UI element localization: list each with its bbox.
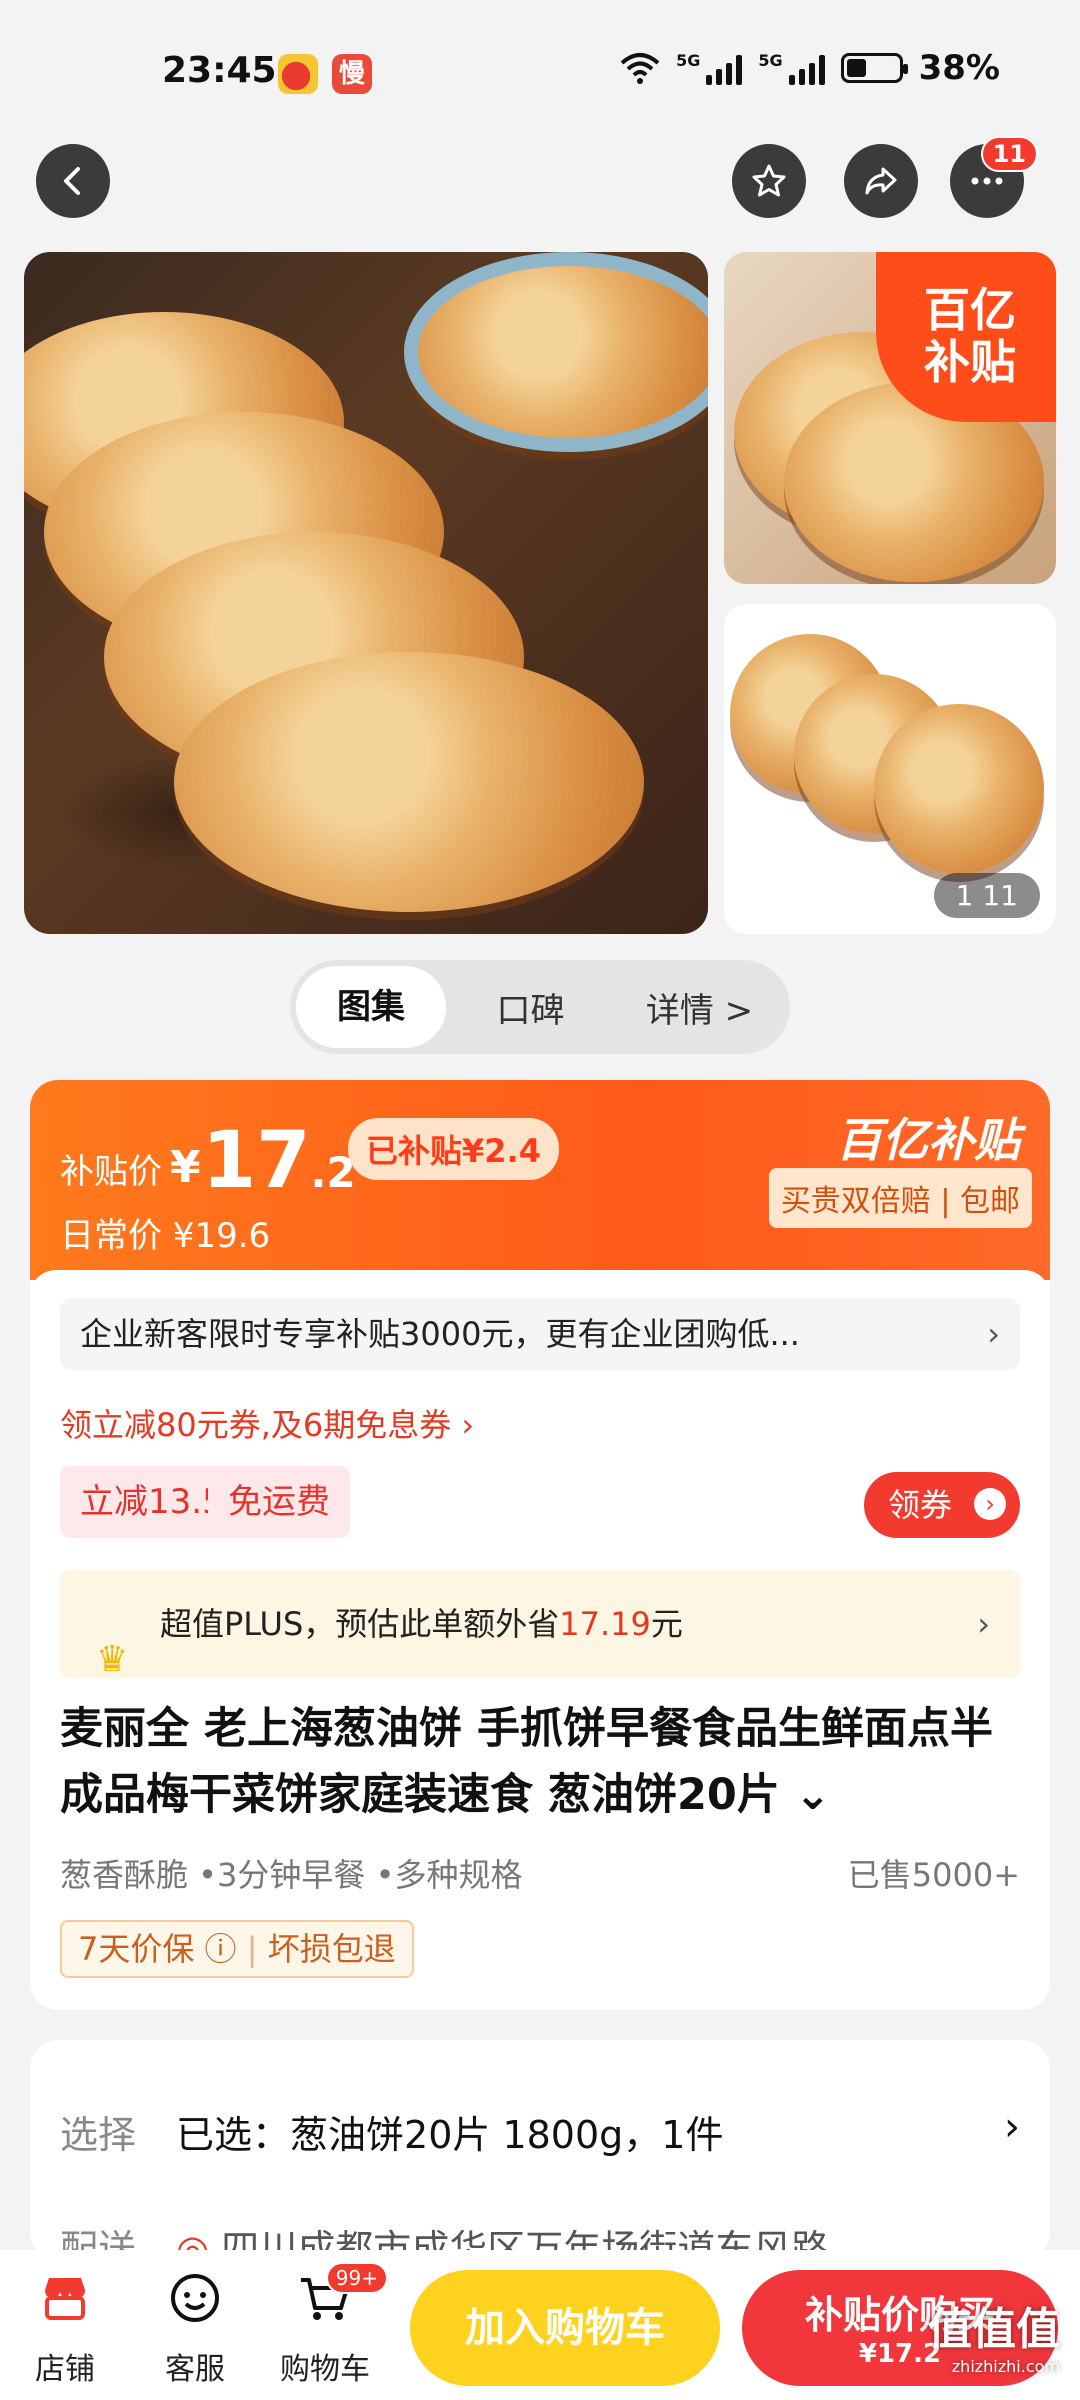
product-title-text: 麦丽全 老上海葱油饼 手抓饼早餐食品生鲜面点半成品梅干菜饼家庭装速食 葱油饼20… <box>60 1704 993 1820</box>
subsidy-price: 17.2 <box>202 1116 356 1206</box>
spec-select-key: 选择 <box>60 2113 137 2157</box>
currency-symbol: ¥ <box>170 1142 201 1193</box>
wifi-icon <box>620 53 660 84</box>
plus-savings-banner[interactable]: ♛ 超值PLUS，预估此单额外省17.19元 › <box>60 1570 1020 1680</box>
watermark-logo: 值值值 zhizhizhi.com <box>928 2304 1060 2376</box>
status-right: 5G 5G 38% <box>620 48 1000 88</box>
sold-count: 已售5000+ <box>847 1856 1020 1894</box>
chevron-right-icon: › <box>987 1315 1000 1353</box>
damage-return-label: 坏损包退 <box>267 1930 396 1968</box>
subsidy-price-label: 补贴价 <box>60 1152 162 1192</box>
image-counter: 1 11 <box>933 873 1040 918</box>
more-badge: 11 <box>980 136 1038 172</box>
tab-reviews[interactable]: 口碑 <box>446 983 615 1032</box>
signal-icon-2: 5G <box>758 51 825 85</box>
enterprise-promo-text: 企业新客限时专享补贴3000元，更有企业团购低... <box>80 1315 800 1353</box>
subsidized-amount-badge: 已补贴¥2.4 <box>348 1118 559 1180</box>
back-button[interactable] <box>36 144 110 218</box>
product-main-image[interactable] <box>24 252 708 934</box>
spec-select-row[interactable]: 选择 已选：葱油饼20片 1800g，1件 <box>60 2104 723 2159</box>
divider: | <box>246 1930 258 1968</box>
cart-badge: 99+ <box>325 2262 388 2294</box>
coupon-link[interactable]: 领立减80元券,及6期免息券 › <box>60 1400 474 1446</box>
tab-details[interactable]: 详情 > <box>615 983 784 1032</box>
customer-service-button[interactable]: 客服 <box>140 2268 250 2388</box>
price-protect-label: 7天价保 <box>78 1930 195 1968</box>
product-title[interactable]: 麦丽全 老上海葱油饼 手抓饼早餐食品生鲜面点半成品梅干菜饼家庭装速食 葱油饼20… <box>60 1696 1020 1828</box>
status-bar: 23:45 慢 5G 5G 38% <box>0 0 1080 140</box>
chevron-left-icon <box>64 167 80 195</box>
spec-select-value: 已选：葱油饼20片 1800g，1件 <box>176 2113 724 2157</box>
tab-gallery[interactable]: 图集 <box>296 966 446 1048</box>
store-icon <box>45 2278 85 2320</box>
cart-label: 购物车 <box>280 2352 370 2387</box>
chevron-right-icon: › <box>1004 2104 1020 2150</box>
cart-button[interactable]: 99+ 购物车 <box>270 2262 388 2388</box>
service-label: 客服 <box>165 2352 225 2387</box>
spec-card: 选择 已选：葱油饼20片 1800g，1件 › 配送 ◎ 四川成都市成华区万年场街道… <box>30 2040 1050 2271</box>
battery-percent: 38% <box>918 48 1000 88</box>
claim-coupon-label: 领券 <box>888 1486 953 1524</box>
bottom-action-bar: 店铺 客服 99+ 购物车 加入购物车 补贴价购买 ¥17.2 值值值 zhizh… <box>0 2250 1080 2400</box>
subsidy-tag: 百亿补贴 <box>876 252 1056 422</box>
product-thumbnail-1[interactable]: 百亿补贴 <box>724 252 1056 584</box>
chevron-right-icon: › <box>977 1605 990 1643</box>
daily-price: 日常价 ¥19.6 <box>60 1216 271 1256</box>
share-button[interactable] <box>844 144 918 218</box>
chevron-down-icon[interactable]: ⌄ <box>795 1770 831 1820</box>
price-card: 补贴价 ¥ 17.2 已补贴¥2.4 日常价 ¥19.6 百亿补贴 买贵双倍赔 … <box>30 1080 1050 2010</box>
store-button[interactable]: 店铺 <box>10 2268 120 2388</box>
service-icon <box>171 2274 219 2322</box>
more-button[interactable]: 11 <box>950 136 1038 218</box>
billion-subsidy-logo[interactable]: 百亿补贴 <box>836 1104 1020 1170</box>
signal-icon-1: 5G <box>676 51 743 85</box>
plus-amount: 17.19 <box>559 1605 651 1643</box>
info-icon: ⓘ <box>204 1930 247 1968</box>
gallery-tabs: 图集 口碑 详情 > <box>290 960 790 1054</box>
product-tags: 葱香酥脆 •3分钟早餐 •多种规格 <box>60 1856 523 1894</box>
share-icon <box>865 167 897 195</box>
battery-icon <box>840 53 908 83</box>
manman-app-icon: 慢 <box>332 54 372 94</box>
store-label: 店铺 <box>35 2352 95 2387</box>
claim-coupon-button[interactable]: 领券 › <box>864 1472 1020 1538</box>
plus-text: 超值PLUS，预估此单额外省 <box>160 1605 560 1643</box>
product-thumbnail-2[interactable]: 1 11 <box>724 604 1056 934</box>
guarantee-badge[interactable]: 7天价保 ⓘ | 坏损包退 <box>60 1920 414 1978</box>
price-header: 补贴价 ¥ 17.2 已补贴¥2.4 日常价 ¥19.6 百亿补贴 买贵双倍赔 … <box>30 1080 1050 1280</box>
double-compensation-badge: 买贵双倍赔 | 包邮 <box>768 1168 1032 1228</box>
enterprise-promo[interactable]: 企业新客限时专享补贴3000元，更有企业团购低... › <box>60 1298 1020 1370</box>
star-icon <box>752 164 786 197</box>
status-time: 23:45 <box>162 50 277 91</box>
free-shipping-chip: 免运费 <box>208 1466 350 1538</box>
add-to-cart-button[interactable]: 加入购物车 <box>410 2270 720 2386</box>
chevron-right-icon: › <box>974 1488 1006 1520</box>
weibo-icon <box>278 54 318 94</box>
price-body: 企业新客限时专享补贴3000元，更有企业团购低... › 领立减80元券,及6期… <box>30 1270 1050 2010</box>
plus-unit: 元 <box>650 1605 683 1643</box>
favorite-button[interactable] <box>732 144 806 218</box>
